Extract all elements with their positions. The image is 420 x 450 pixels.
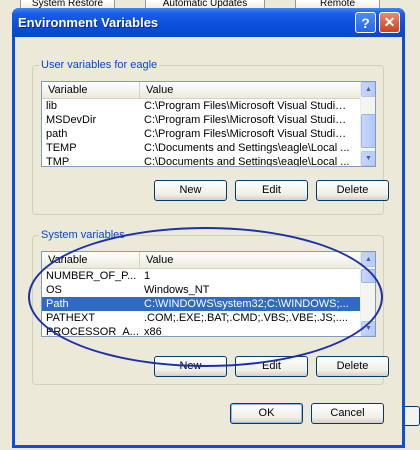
environment-variables-dialog: Environment Variables ? ✕ User variables… xyxy=(12,8,405,448)
dialog-title: Environment Variables xyxy=(18,15,159,30)
variable-name: PROCESSOR_A... xyxy=(46,326,139,337)
system-variables-list[interactable]: Variable Value NUMBER_OF_P... 1 OS Windows… xyxy=(41,251,376,337)
variable-name: TEMP xyxy=(46,142,77,154)
system-new-button[interactable]: New xyxy=(154,356,227,377)
background-panel xyxy=(405,12,420,450)
table-row[interactable]: TMP C:\Documents and Settings\eagle\Local… xyxy=(42,155,375,167)
scroll-down-icon[interactable]: ▼ xyxy=(361,151,375,166)
table-row[interactable]: OS Windows_NT xyxy=(42,283,375,297)
column-header-variable[interactable]: Variable xyxy=(42,82,140,99)
help-icon: ? xyxy=(361,14,370,31)
variable-name: MSDevDir xyxy=(46,114,97,126)
table-row[interactable]: MSDevDir C:\Program Files\Microsoft Visua… xyxy=(42,113,375,127)
table-row[interactable]: NUMBER_OF_P... 1 xyxy=(42,269,375,283)
scroll-down-icon[interactable]: ▼ xyxy=(361,321,375,336)
variable-value: C:\Documents and Settings\eagle\Local ..… xyxy=(144,156,350,167)
system-delete-button[interactable]: Delete xyxy=(316,356,389,377)
scroll-thumb[interactable] xyxy=(361,269,375,283)
vertical-scrollbar[interactable]: ▲ ▼ xyxy=(360,252,375,336)
variable-value: C:\Program Files\Microsoft Visual Studio… xyxy=(144,114,350,126)
variable-value: .COM;.EXE;.BAT;.CMD;.VBS;.VBE;.JS;.... xyxy=(144,312,348,324)
table-row[interactable]: path C:\Program Files\Microsoft Visual St… xyxy=(42,127,375,141)
variable-name: path xyxy=(46,128,68,140)
user-edit-button[interactable]: Edit xyxy=(235,180,308,201)
user-variables-list[interactable]: Variable Value lib C:\Program Files\Micro… xyxy=(41,81,376,167)
column-header-variable[interactable]: Variable xyxy=(42,252,140,269)
table-row[interactable]: PROCESSOR_A... x86 xyxy=(42,325,375,337)
user-delete-button[interactable]: Delete xyxy=(316,180,389,201)
variable-name: lib xyxy=(46,100,58,112)
table-row[interactable]: PATHEXT .COM;.EXE;.BAT;.CMD;.VBS;.VBE;.JS… xyxy=(42,311,375,325)
variable-value: C:\Program Files\Microsoft Visual Studio… xyxy=(144,128,350,140)
table-row[interactable]: TEMP C:\Documents and Settings\eagle\Loca… xyxy=(42,141,375,155)
variable-value: C:\Documents and Settings\eagle\Local ..… xyxy=(144,142,350,154)
cancel-button[interactable]: Cancel xyxy=(311,403,384,424)
ok-button[interactable]: OK xyxy=(230,403,303,424)
variable-value: Windows_NT xyxy=(144,284,210,296)
close-button[interactable]: ✕ xyxy=(379,12,400,33)
table-row-selected[interactable]: Path C:\WINDOWS\system32;C:\WINDOWS;... xyxy=(42,297,375,311)
user-variables-label: User variables for eagle xyxy=(39,59,160,71)
column-header-value[interactable]: Value xyxy=(140,82,362,99)
title-bar[interactable]: Environment Variables ? ✕ xyxy=(12,8,405,37)
variable-name: PATHEXT xyxy=(46,312,96,324)
user-new-button[interactable]: New xyxy=(154,180,227,201)
variable-name: TMP xyxy=(46,156,70,167)
list-header: Variable Value xyxy=(42,252,375,269)
variable-value: x86 xyxy=(144,326,162,337)
variable-name: Path xyxy=(46,298,69,310)
system-variables-group: System variables Variable Value NUMBER_O… xyxy=(32,229,389,385)
system-edit-button[interactable]: Edit xyxy=(235,356,308,377)
column-header-value[interactable]: Value xyxy=(140,252,362,269)
close-icon: ✕ xyxy=(383,14,396,30)
scroll-up-icon[interactable]: ▲ xyxy=(361,82,375,97)
variable-value: C:\Program Files\Microsoft Visual Studio… xyxy=(144,100,350,112)
user-variables-group: User variables for eagle Variable Value … xyxy=(32,59,389,215)
scroll-thumb[interactable] xyxy=(361,114,375,148)
table-row[interactable]: lib C:\Program Files\Microsoft Visual Stu… xyxy=(42,99,375,113)
scroll-up-icon[interactable]: ▲ xyxy=(361,252,375,267)
dialog-client: User variables for eagle Variable Value … xyxy=(15,37,402,445)
variable-value: C:\WINDOWS\system32;C:\WINDOWS;... xyxy=(144,298,349,310)
system-variables-label: System variables xyxy=(39,229,127,241)
variable-name: OS xyxy=(46,284,62,296)
variable-value: 1 xyxy=(144,270,151,282)
variable-name: NUMBER_OF_P... xyxy=(46,270,137,282)
vertical-scrollbar[interactable]: ▲ ▼ xyxy=(360,82,375,166)
list-header: Variable Value xyxy=(42,82,375,99)
help-button[interactable]: ? xyxy=(355,12,376,33)
